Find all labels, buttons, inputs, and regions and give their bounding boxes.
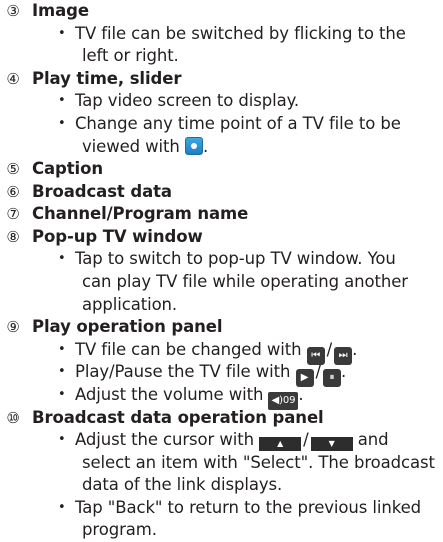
list-item: • TV file can be changed with ⏮ / ⏭. bbox=[0, 339, 443, 365]
item-title: Broadcast data bbox=[32, 181, 172, 201]
bullet: • bbox=[58, 115, 66, 131]
bullet: • bbox=[58, 364, 66, 380]
bullet-text: TV file can be switched by flicking to t… bbox=[75, 23, 406, 43]
list-item-continuation: select an item with "Select". The broadc… bbox=[0, 452, 443, 475]
item-number: ⑤ bbox=[6, 160, 20, 179]
bullet: • bbox=[58, 25, 66, 41]
bullet-text-end: . bbox=[352, 339, 358, 359]
separator: / bbox=[326, 339, 333, 359]
bullet: • bbox=[58, 251, 66, 267]
list-item: • Adjust the volume with ◀)09. bbox=[0, 384, 443, 410]
list-item-continuation: viewed with . bbox=[0, 136, 443, 159]
list-item: • Tap to switch to pop-up TV window. You bbox=[0, 248, 443, 271]
cursor-up-icon: ▲ bbox=[259, 437, 302, 452]
cursor-down-icon: ▼ bbox=[310, 437, 353, 452]
item-number: ⑩ bbox=[6, 408, 20, 427]
list-item: • Change any time point of a TV file to … bbox=[0, 113, 443, 136]
item-play-panel-heading: ⑨ Play operation panel bbox=[0, 316, 443, 339]
bullet: • bbox=[58, 432, 66, 448]
bullet-text-end: . bbox=[340, 362, 347, 382]
bullet-text: and bbox=[357, 430, 389, 450]
item-number: ⑨ bbox=[6, 318, 20, 337]
list-item-continuation: program. bbox=[0, 519, 443, 542]
bullet-text: left or right. bbox=[82, 46, 179, 66]
bullet-text: Tap to switch to pop-up TV window. You bbox=[75, 249, 396, 269]
list-item-continuation: data of the link displays. bbox=[0, 474, 443, 497]
item-title: Image bbox=[32, 1, 89, 20]
list-item-continuation: left or right. bbox=[0, 45, 443, 68]
item-title: Channel/Program name bbox=[32, 204, 249, 224]
item-title: Caption bbox=[32, 159, 103, 179]
item-broadcast-data-heading: ⑥ Broadcast data bbox=[0, 181, 443, 204]
item-number: ⑧ bbox=[6, 227, 20, 246]
item-image-heading: ③ Image bbox=[0, 0, 443, 23]
list-item-continuation: application. bbox=[0, 294, 443, 317]
item-number: ⑦ bbox=[6, 205, 20, 224]
separator: / bbox=[303, 430, 309, 450]
bullet-text: select an item with "Select". The broadc… bbox=[82, 452, 435, 472]
item-popup-heading: ⑧ Pop-up TV window bbox=[0, 226, 443, 249]
bullet-text: Tap video screen to display. bbox=[75, 91, 300, 111]
bullet-text-end: . bbox=[298, 384, 304, 404]
list-item-continuation: can play TV file while operating another bbox=[0, 271, 443, 294]
list-item: • Tap "Back" to return to the previous l… bbox=[0, 497, 443, 520]
item-broadcast-panel-heading: ⑩ Broadcast data operation panel bbox=[0, 407, 443, 430]
bullet-text: Change any time point of a TV file to be bbox=[75, 113, 401, 133]
bullet: • bbox=[58, 341, 66, 357]
bullet-text: data of the link displays. bbox=[82, 475, 283, 495]
bullet: • bbox=[58, 93, 66, 109]
bullet-text: Tap "Back" to return to the previous lin… bbox=[75, 497, 422, 517]
slider-thumb-icon bbox=[184, 136, 203, 155]
bullet-text: program. bbox=[82, 520, 157, 540]
bullet-text: Adjust the volume with bbox=[75, 384, 264, 404]
bullet-text: Adjust the cursor with bbox=[75, 430, 254, 450]
separator: / bbox=[315, 362, 322, 382]
bullet: • bbox=[58, 386, 66, 402]
item-number: ④ bbox=[6, 69, 20, 88]
bullet-text: Play/Pause the TV file with bbox=[75, 362, 291, 382]
list-item: • Play/Pause the TV file with ▶ / ⏸. bbox=[0, 361, 443, 388]
item-channel-heading: ⑦ Channel/Program name bbox=[0, 203, 443, 226]
bullet-text: TV file can be changed with bbox=[75, 339, 302, 359]
bullet-text: application. bbox=[82, 294, 178, 314]
manual-page: ③ Image • TV file can be switched by fli… bbox=[0, 0, 443, 542]
list-item: • Tap video screen to display. bbox=[0, 90, 443, 113]
item-play-time-heading: ④ Play time, slider bbox=[0, 68, 443, 91]
bullet: • bbox=[58, 499, 66, 515]
item-title: Play time, slider bbox=[32, 68, 182, 88]
item-number: ⑥ bbox=[6, 182, 20, 201]
bullet-text-end: . bbox=[202, 136, 209, 156]
item-title: Pop-up TV window bbox=[32, 226, 203, 246]
list-item: • TV file can be switched by flicking to… bbox=[0, 23, 443, 46]
item-title: Play operation panel bbox=[32, 317, 223, 337]
list-item: • Adjust the cursor with ▲ / ▼ and bbox=[0, 429, 443, 452]
item-title: Broadcast data operation panel bbox=[32, 407, 324, 427]
bullet-text: viewed with bbox=[82, 136, 180, 156]
item-number: ③ bbox=[6, 2, 20, 20]
item-caption-heading: ⑤ Caption bbox=[0, 158, 443, 181]
bullet-text: can play TV file while operating another bbox=[82, 272, 408, 291]
